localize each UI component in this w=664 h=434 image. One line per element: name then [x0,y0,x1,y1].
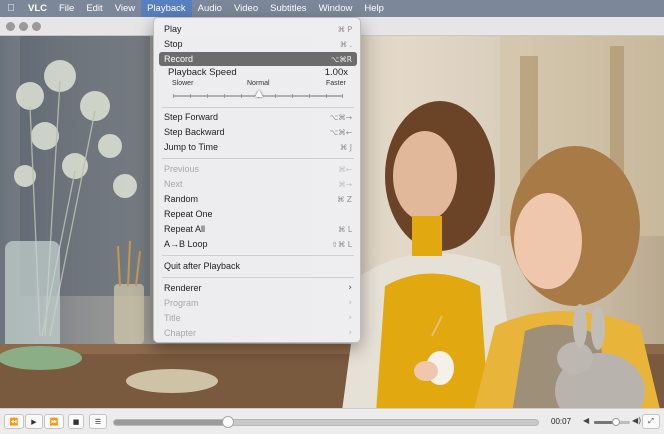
menu-item-random[interactable]: Random ⌘ Z [159,192,357,206]
menubar-item-audio[interactable]: Audio [192,0,228,17]
menu-item-ab-loop[interactable]: A→B Loop ⇧⌘ L [159,237,357,251]
menu-item-label: Repeat One [164,209,213,219]
menu-item-previous: Previous ⌘← [159,162,357,176]
menu-item-label: Previous [164,164,200,174]
menu-item-program: Program › [159,296,357,310]
rewind-icon: ⏪ [9,417,19,426]
menu-item-shortcut: ⌘ P [337,24,352,34]
menu-item-next: Next ⌘→ [159,177,357,191]
menu-item-play[interactable]: Play ⌘ P [159,22,357,36]
menu-item-label: Stop [164,39,183,49]
chevron-right-icon: › [348,313,352,323]
fast-forward-icon: ⏩ [49,417,59,426]
menu-item-shortcut: ⌘ J [339,142,352,152]
menu-item-shortcut: ⌥⌘R [330,54,352,64]
menu-item-label: Repeat All [164,224,206,234]
menu-item-title: Title › [159,311,357,325]
menu-item-quit-after-playback[interactable]: Quit after Playback [159,259,357,273]
close-window-button[interactable] [6,22,15,31]
menubar-item-window[interactable]: Window [313,0,359,17]
stop-button[interactable]: ■ [68,414,84,429]
fast-forward-button[interactable]: ⏩ [44,414,64,429]
menu-item-shortcut: ⌘ L [337,224,352,234]
elapsed-time: 00:07 [551,417,572,426]
seek-bar-knob[interactable] [222,416,235,428]
menubar-item-vlc[interactable]: VLC [22,0,53,17]
menu-item-label: Title [164,313,181,323]
menu-separator [162,255,354,256]
menu-separator [162,158,354,159]
zoom-window-button[interactable] [32,22,41,31]
chevron-right-icon: › [348,298,352,308]
menu-item-shortcut: ⌥⌘→ [329,112,352,122]
menu-item-repeat-all[interactable]: Repeat All ⌘ L [159,222,357,236]
menu-item-renderer[interactable]: Renderer › [159,281,357,295]
playback-speed-value: 1.00x [324,67,348,78]
menu-separator [162,277,354,278]
menu-item-stop[interactable]: Stop ⌘ . [159,37,357,51]
menu-item-label: Random [164,194,199,204]
menu-item-label: Step Forward [164,112,219,122]
chevron-right-icon: › [348,328,352,338]
menu-item-label: Play [164,24,182,34]
playlist-button[interactable]: ☰ [89,414,107,429]
menubar-item-view[interactable]: View [109,0,141,17]
menu-item-jump-to-time[interactable]: Jump to Time ⌘ J [159,140,357,154]
menu-item-step-forward[interactable]: Step Forward ⌥⌘→ [159,110,357,124]
speed-faster-label: Faster [326,80,346,87]
seek-bar[interactable] [113,416,539,428]
menu-item-label: Jump to Time [164,142,219,152]
play-button[interactable]: ▶ [25,414,43,429]
fullscreen-button[interactable]: ⤢ [642,414,660,429]
seek-bar-fill [114,420,229,425]
playback-controls-bar: ⏪ ▶ ⏩ ■ ☰ 00:07 ◀ ◀) ⤢ [0,408,664,434]
playback-speed-knob[interactable] [255,90,263,97]
volume-slider[interactable] [594,418,630,426]
volume-high-icon: ◀) [632,416,642,425]
menubar-item-file[interactable]: File [53,0,80,17]
playback-menu: Play ⌘ P Stop ⌘ . Record ⌥⌘R Playback Sp… [153,17,361,343]
menu-separator [162,107,354,108]
menu-item-label: Chapter [164,328,197,338]
playlist-icon: ☰ [94,417,102,426]
apple-icon[interactable]:  [0,3,22,14]
volume-slider-knob[interactable] [611,418,620,426]
stop-icon: ■ [72,417,80,426]
speed-slower-label: Slower [172,80,194,87]
fullscreen-icon: ⤢ [648,417,654,425]
menu-item-label: Quit after Playback [164,261,241,271]
menubar-item-help[interactable]: Help [358,0,390,17]
menubar-item-video[interactable]: Video [228,0,264,17]
rewind-button[interactable]: ⏪ [4,414,24,429]
menu-item-label: Record [164,54,194,64]
menu-item-label: Program [164,298,199,308]
chevron-right-icon: › [348,283,352,293]
menu-item-record[interactable]: Record ⌥⌘R [159,52,357,66]
menu-item-shortcut: ⌥⌘← [329,127,352,137]
menu-item-repeat-one[interactable]: Repeat One [159,207,357,221]
menu-bar:  VLC File Edit View Playback Audio Vide… [0,0,664,17]
menu-item-label: Step Backward [164,127,225,137]
minimize-window-button[interactable] [19,22,28,31]
playback-speed-label: Playback Speed [168,67,237,78]
menu-item-shortcut: ⌘→ [338,179,352,189]
screen:  VLC File Edit View Playback Audio Vide… [0,0,664,434]
play-icon: ▶ [31,417,37,426]
menu-item-label: Renderer [164,283,202,293]
menu-item-step-backward[interactable]: Step Backward ⌥⌘← [159,125,357,139]
menu-item-shortcut: ⇧⌘ L [331,239,352,249]
menu-item-shortcut: ⌘ . [339,39,352,49]
menubar-item-playback[interactable]: Playback [141,0,192,17]
menubar-item-edit[interactable]: Edit [80,0,108,17]
menu-item-chapter: Chapter › [159,326,357,340]
speed-normal-label: Normal [247,80,270,87]
menu-item-shortcut: ⌘ Z [336,194,352,204]
menu-item-label: A→B Loop [164,239,208,249]
menu-item-shortcut: ⌘← [338,164,352,174]
volume-low-icon: ◀ [583,416,590,425]
menu-item-label: Next [164,179,183,189]
menubar-item-subtitles[interactable]: Subtitles [264,0,312,17]
